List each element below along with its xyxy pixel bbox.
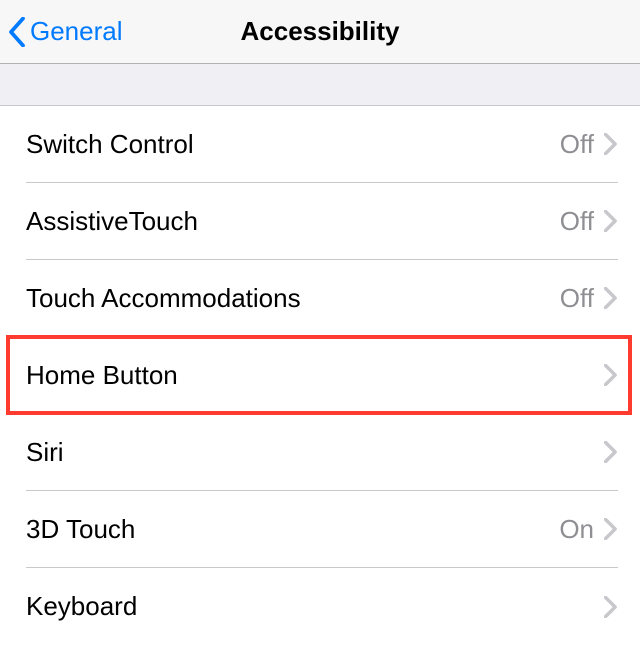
row-touch-accommodations[interactable]: Touch Accommodations Off [0,260,640,337]
back-label: General [30,16,123,47]
row-keyboard[interactable]: Keyboard [0,568,640,645]
row-value: Off [560,129,594,160]
back-button[interactable]: General [8,16,123,47]
row-label: Keyboard [26,591,594,622]
chevron-right-icon [604,518,618,540]
row-3d-touch[interactable]: 3D Touch On [0,491,640,568]
row-label: Touch Accommodations [26,283,560,314]
row-label: Switch Control [26,129,560,160]
navbar: General Accessibility [0,0,640,64]
row-home-button[interactable]: Home Button [0,337,640,414]
row-label: AssistiveTouch [26,206,560,237]
chevron-right-icon [604,287,618,309]
chevron-right-icon [604,364,618,386]
row-value: Off [560,283,594,314]
row-label: 3D Touch [26,514,559,545]
chevron-right-icon [604,210,618,232]
row-switch-control[interactable]: Switch Control Off [0,106,640,183]
row-siri[interactable]: Siri [0,414,640,491]
row-value: Off [560,206,594,237]
row-label: Home Button [26,360,594,391]
settings-list: Switch Control Off AssistiveTouch Off To… [0,106,640,645]
chevron-right-icon [604,596,618,618]
chevron-left-icon [8,17,26,47]
row-assistivetouch[interactable]: AssistiveTouch Off [0,183,640,260]
section-spacer [0,64,640,106]
chevron-right-icon [604,133,618,155]
row-value: On [559,514,594,545]
row-label: Siri [26,437,594,468]
chevron-right-icon [604,441,618,463]
